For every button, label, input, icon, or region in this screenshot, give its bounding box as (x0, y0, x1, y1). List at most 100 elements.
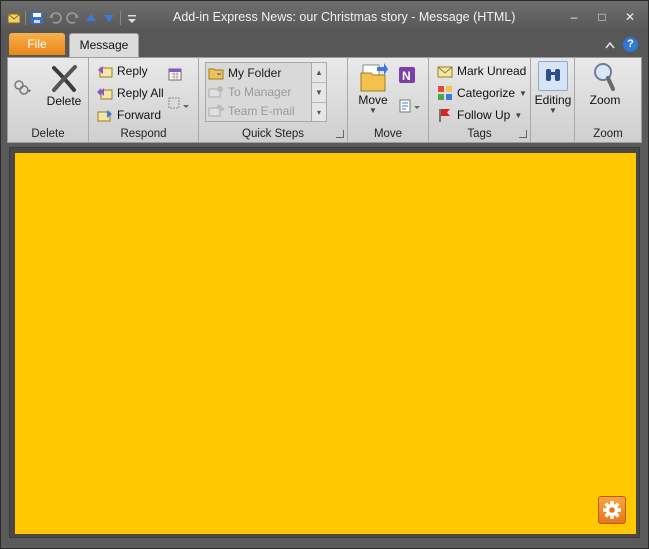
redo-icon[interactable] (66, 11, 80, 25)
ignore-button[interactable] (12, 78, 31, 99)
more-respond-icon (167, 96, 189, 112)
ribbon: Delete Delete Reply Reply All Forward Re… (7, 57, 642, 143)
quick-step-label: My Folder (228, 66, 282, 80)
forward-icon (97, 107, 113, 123)
title-bar: Add-in Express News: our Christmas story… (1, 1, 648, 33)
flag-icon (437, 107, 453, 123)
window-title: Add-in Express News: our Christmas story… (173, 10, 516, 24)
more-respond-button[interactable] (167, 96, 189, 115)
forward-button[interactable]: Forward (97, 106, 161, 124)
manager-icon (208, 84, 224, 100)
onenote-icon: N (398, 66, 415, 83)
tags-group: Mark Unread Categorize ▼ Follow Up ▼ Tag… (429, 58, 531, 142)
ribbon-right-controls: ? (605, 37, 638, 52)
editing-group: Editing ▼ (531, 58, 575, 142)
reply-all-icon (97, 85, 113, 101)
qat-separator (25, 11, 26, 25)
quick-step-my-folder[interactable]: My Folder (208, 64, 281, 82)
tab-file[interactable]: File (9, 33, 65, 55)
follow-up-button[interactable]: Follow Up ▼ (437, 106, 522, 124)
reply-all-button[interactable]: Reply All (97, 84, 164, 102)
ribbon-tab-row: File Message ? (1, 33, 648, 57)
delete-group-label: Delete (31, 128, 65, 140)
gear-icon (599, 497, 625, 523)
meeting-button[interactable] (167, 66, 183, 85)
folder-icon (208, 65, 224, 81)
help-icon[interactable]: ? (623, 37, 638, 52)
envelope-icon[interactable] (7, 11, 21, 25)
message-body[interactable] (15, 153, 636, 534)
quick-step-label: To Manager (228, 85, 292, 99)
mark-unread-button[interactable]: Mark Unread (437, 62, 526, 80)
expand-gallery-icon[interactable]: ▾ (312, 103, 326, 122)
mark-unread-icon (437, 63, 453, 79)
categorize-dropdown-icon[interactable]: ▼ (519, 89, 527, 98)
reply-label: Reply (117, 64, 148, 78)
quick-steps-group: My Folder To Manager Team E-mail ▲ ▼ ▾ Q… (199, 58, 348, 142)
move-button[interactable]: Move ▼ (354, 61, 392, 115)
close-button[interactable]: ✕ (616, 7, 644, 27)
tags-group-label: Tags (467, 128, 492, 140)
svg-text:N: N (402, 69, 411, 83)
zoom-button[interactable]: Zoom (585, 61, 625, 107)
move-button-label: Move (358, 93, 388, 107)
move-group-label: Move (373, 128, 403, 140)
minimize-button[interactable]: ‒ (560, 7, 588, 27)
categorize-label: Categorize (457, 86, 516, 100)
quick-steps-group-label: Quick Steps (242, 128, 304, 140)
qat-separator (120, 11, 121, 25)
mark-unread-label: Mark Unread (457, 64, 527, 78)
quick-access-toolbar (7, 9, 139, 27)
maximize-button[interactable]: □ (588, 7, 616, 27)
move-icon (357, 61, 389, 93)
respond-group: Reply Reply All Forward Respond (89, 58, 199, 142)
follow-up-label: Follow Up (457, 108, 511, 122)
undo-icon[interactable] (48, 11, 62, 25)
follow-up-dropdown-icon[interactable]: ▼ (514, 111, 522, 120)
team-email-icon (208, 103, 224, 119)
scroll-up-icon[interactable]: ▲ (312, 63, 326, 83)
rules-button[interactable] (398, 98, 420, 117)
respond-group-label: Respond (120, 128, 167, 140)
message-frame (9, 147, 640, 538)
magnifier-icon (590, 61, 620, 93)
binoculars-icon (538, 61, 568, 91)
delete-x-icon (48, 62, 80, 94)
reply-icon (97, 63, 113, 79)
delete-button-label: Delete (46, 94, 82, 108)
outlook-message-window: Add-in Express News: our Christmas story… (0, 0, 649, 549)
quick-steps-scrollbar[interactable]: ▲ ▼ ▾ (311, 63, 326, 121)
up-icon[interactable] (84, 11, 98, 25)
quick-steps-gallery: My Folder To Manager Team E-mail ▲ ▼ ▾ (205, 62, 327, 122)
tab-message[interactable]: Message (69, 33, 139, 57)
reply-all-label: Reply All (117, 86, 164, 100)
editing-dropdown-icon[interactable]: ▼ (533, 107, 573, 115)
move-group: Move ▼ N Move (348, 58, 429, 142)
ignore-icon (12, 78, 31, 95)
categorize-icon (437, 85, 453, 101)
collapse-ribbon-icon[interactable] (605, 38, 615, 52)
zoom-group-label: Zoom (593, 128, 623, 140)
delete-button[interactable]: Delete (44, 62, 84, 108)
delete-group: Delete Delete (8, 58, 89, 142)
forward-label: Forward (117, 108, 162, 122)
editing-button[interactable]: Editing ▼ (533, 61, 573, 115)
move-dropdown-icon[interactable]: ▼ (354, 107, 392, 115)
zoom-group: Zoom Zoom (575, 58, 641, 142)
quick-step-team-email[interactable]: Team E-mail (208, 102, 295, 120)
onenote-button[interactable]: N (398, 66, 415, 87)
quick-step-to-manager[interactable]: To Manager (208, 83, 291, 101)
customize-icon[interactable] (125, 11, 139, 25)
quick-step-label: Team E-mail (228, 104, 295, 118)
addin-gear-button[interactable] (598, 496, 626, 524)
save-icon[interactable] (30, 11, 44, 25)
zoom-button-label: Zoom (589, 93, 621, 107)
scroll-down-icon[interactable]: ▼ (312, 83, 326, 103)
down-icon[interactable] (102, 11, 116, 25)
categorize-button[interactable]: Categorize ▼ (437, 84, 527, 102)
rules-icon (398, 98, 420, 114)
reply-button[interactable]: Reply (97, 62, 148, 80)
editing-label: Editing (534, 93, 572, 107)
window-controls: ‒ □ ✕ (560, 7, 644, 27)
meeting-icon (167, 66, 183, 82)
